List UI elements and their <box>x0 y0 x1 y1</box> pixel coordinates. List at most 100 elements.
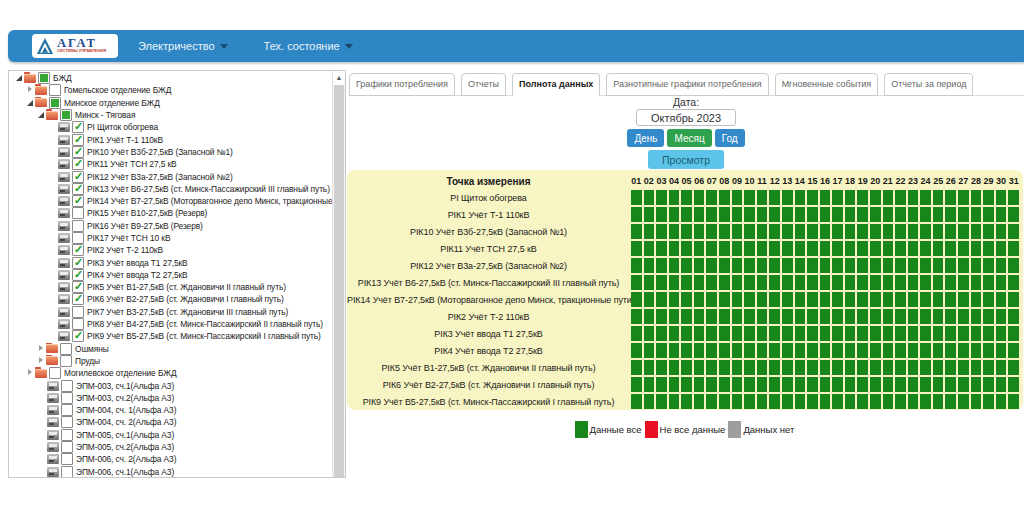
data-cell-full[interactable] <box>983 326 994 341</box>
tree-item[interactable]: ЭПМ-004, сч. 2(Альфа А3) <box>9 416 332 428</box>
data-cell-full[interactable] <box>656 343 667 358</box>
data-cell-full[interactable] <box>845 309 856 324</box>
data-cell-full[interactable] <box>795 394 806 409</box>
tree-item[interactable]: ЭПМ-003, сч.2(Альфа А3) <box>9 392 332 404</box>
data-cell-full[interactable] <box>908 275 919 290</box>
data-cell-full[interactable] <box>958 394 969 409</box>
tree-checkbox[interactable] <box>72 330 84 342</box>
data-cell-full[interactable] <box>933 394 944 409</box>
tree-item[interactable]: ЭПМ-005, сч.2(Альфа А3) <box>9 441 332 453</box>
data-cell-full[interactable] <box>706 394 717 409</box>
data-cell-full[interactable] <box>895 275 906 290</box>
tree-checkbox[interactable] <box>72 244 84 256</box>
tree-checkbox[interactable] <box>60 343 72 355</box>
data-cell-full[interactable] <box>996 326 1007 341</box>
data-cell-full[interactable] <box>631 190 642 205</box>
data-cell-full[interactable] <box>656 241 667 256</box>
tree-item[interactable]: Минское отделение БЖД <box>9 97 332 109</box>
data-cell-full[interactable] <box>933 190 944 205</box>
tree-checkbox[interactable] <box>72 281 84 293</box>
data-cell-full[interactable] <box>706 326 717 341</box>
data-cell-full[interactable] <box>1008 343 1019 358</box>
data-cell-full[interactable] <box>782 190 793 205</box>
period-button[interactable]: Месяц <box>667 129 711 147</box>
data-cell-full[interactable] <box>895 394 906 409</box>
data-cell-full[interactable] <box>933 343 944 358</box>
data-cell-full[interactable] <box>669 343 680 358</box>
data-cell-full[interactable] <box>958 241 969 256</box>
data-cell-full[interactable] <box>920 377 931 392</box>
data-cell-full[interactable] <box>883 360 894 375</box>
data-cell-full[interactable] <box>908 224 919 239</box>
data-cell-full[interactable] <box>996 360 1007 375</box>
tree-checkbox[interactable] <box>61 416 73 428</box>
data-cell-full[interactable] <box>908 241 919 256</box>
data-cell-full[interactable] <box>732 258 743 273</box>
data-cell-full[interactable] <box>744 326 755 341</box>
data-cell-full[interactable] <box>832 207 843 222</box>
data-cell-full[interactable] <box>958 207 969 222</box>
data-cell-full[interactable] <box>807 241 818 256</box>
tree-collapse-icon[interactable] <box>15 74 23 82</box>
data-cell-full[interactable] <box>769 241 780 256</box>
data-cell-full[interactable] <box>669 309 680 324</box>
data-cell-full[interactable] <box>681 292 692 307</box>
data-cell-full[interactable] <box>795 326 806 341</box>
data-cell-full[interactable] <box>832 326 843 341</box>
data-cell-full[interactable] <box>807 190 818 205</box>
data-cell-full[interactable] <box>681 377 692 392</box>
data-cell-full[interactable] <box>983 377 994 392</box>
data-cell-full[interactable] <box>883 326 894 341</box>
tree-item[interactable]: РІК13 Учёт В6-27,5кВ (ст. Минск-Пассажир… <box>9 183 332 195</box>
data-cell-full[interactable] <box>694 343 705 358</box>
tree-item[interactable]: РІК6 Учёт В2-27,5кВ (ст. Ждановичи I гла… <box>9 293 332 305</box>
data-cell-full[interactable] <box>983 394 994 409</box>
data-cell-full[interactable] <box>895 190 906 205</box>
data-cell-full[interactable] <box>656 292 667 307</box>
data-cell-full[interactable] <box>895 224 906 239</box>
data-cell-full[interactable] <box>971 190 982 205</box>
data-cell-full[interactable] <box>1008 258 1019 273</box>
data-cell-full[interactable] <box>996 241 1007 256</box>
tree-checkbox[interactable] <box>61 466 73 478</box>
data-cell-full[interactable] <box>694 326 705 341</box>
data-cell-full[interactable] <box>795 292 806 307</box>
data-cell-full[interactable] <box>945 224 956 239</box>
data-cell-full[interactable] <box>920 360 931 375</box>
data-cell-full[interactable] <box>706 190 717 205</box>
data-cell-full[interactable] <box>807 224 818 239</box>
tree-item[interactable]: РІК2 Учёт Т-2 110кВ <box>9 244 332 256</box>
data-cell-full[interactable] <box>644 190 655 205</box>
data-cell-full[interactable] <box>908 258 919 273</box>
data-cell-full[interactable] <box>694 207 705 222</box>
data-cell-full[interactable] <box>845 360 856 375</box>
data-cell-full[interactable] <box>644 360 655 375</box>
data-cell-full[interactable] <box>996 309 1007 324</box>
data-cell-full[interactable] <box>945 394 956 409</box>
data-cell-full[interactable] <box>895 241 906 256</box>
data-cell-full[interactable] <box>744 258 755 273</box>
data-cell-full[interactable] <box>958 258 969 273</box>
data-cell-full[interactable] <box>769 360 780 375</box>
data-cell-full[interactable] <box>870 309 881 324</box>
menu-item[interactable]: Тех. состояние <box>264 40 353 52</box>
data-cell-full[interactable] <box>996 343 1007 358</box>
data-cell-full[interactable] <box>669 224 680 239</box>
menu-item[interactable]: Электричество <box>138 40 228 52</box>
data-cell-full[interactable] <box>631 309 642 324</box>
tree-checkbox[interactable] <box>60 109 72 121</box>
data-cell-full[interactable] <box>945 241 956 256</box>
data-cell-full[interactable] <box>832 241 843 256</box>
data-cell-full[interactable] <box>732 377 743 392</box>
tree-checkbox[interactable] <box>72 232 84 244</box>
data-cell-full[interactable] <box>996 275 1007 290</box>
data-cell-full[interactable] <box>958 377 969 392</box>
data-cell-full[interactable] <box>795 377 806 392</box>
data-cell-full[interactable] <box>694 377 705 392</box>
data-cell-full[interactable] <box>669 258 680 273</box>
data-cell-full[interactable] <box>870 377 881 392</box>
tree-checkbox[interactable] <box>72 220 84 232</box>
data-cell-full[interactable] <box>631 224 642 239</box>
data-cell-full[interactable] <box>820 258 831 273</box>
data-cell-full[interactable] <box>694 241 705 256</box>
